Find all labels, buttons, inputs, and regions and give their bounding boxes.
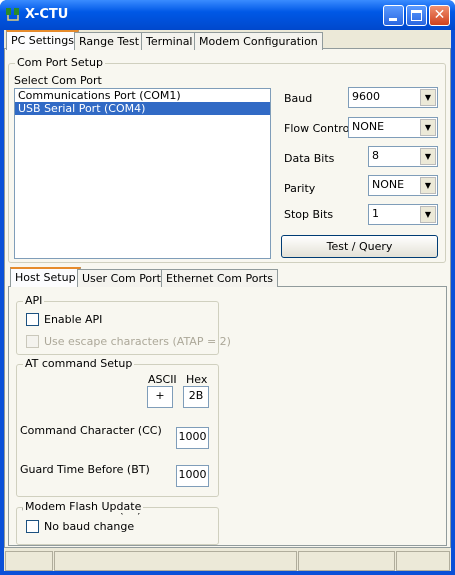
tab-ethernet-com-ports[interactable]: Ethernet Com Ports (161, 269, 279, 287)
enable-api-checkbox[interactable] (26, 313, 39, 326)
hex-label: Hex (186, 373, 208, 386)
flow-control-label: Flow Control (284, 122, 353, 135)
status-pane (298, 551, 395, 571)
select-com-port-label: Select Com Port (14, 74, 102, 87)
parity-value: NONE (372, 178, 405, 191)
no-baud-change-label: No baud change (44, 520, 135, 533)
data-bits-label: Data Bits (284, 152, 335, 165)
client-area: PC Settings Range Test Terminal Modem Co… (4, 30, 451, 571)
stop-bits-value: 1 (372, 207, 379, 220)
enable-api-label: Enable API (44, 313, 103, 326)
stop-bits-label: Stop Bits (284, 208, 334, 221)
data-bits-value: 8 (372, 149, 379, 162)
tab-range-test[interactable]: Range Test (74, 32, 145, 50)
group-legend: AT command Setup (23, 357, 135, 370)
escape-characters-checkbox[interactable] (26, 335, 39, 348)
bt-input[interactable]: 1000 (176, 427, 209, 449)
tab-terminal[interactable]: Terminal (141, 32, 198, 50)
group-legend: API (23, 294, 45, 307)
group-legend: Modem Flash Update (23, 500, 144, 513)
status-pane (5, 551, 53, 571)
status-pane (54, 551, 297, 571)
app-icon (6, 8, 19, 21)
chevron-down-icon[interactable]: ▼ (420, 177, 436, 194)
tab-modem-configuration[interactable]: Modem Configuration (194, 32, 323, 50)
tab-pc-settings[interactable]: PC Settings (6, 30, 79, 50)
stop-bits-select[interactable]: 1 ▼ (368, 204, 438, 225)
baud-value: 9600 (352, 90, 380, 103)
parity-select[interactable]: NONE ▼ (368, 175, 438, 196)
escape-characters-label: Use escape characters (ATAP = 2) (44, 335, 231, 348)
at-input[interactable]: 1000 (176, 465, 209, 487)
maximize-button[interactable] (406, 5, 427, 26)
title-bar[interactable]: X-CTU ✕ (0, 0, 455, 30)
tab-host-setup[interactable]: Host Setup (10, 267, 81, 287)
chevron-down-icon[interactable]: ▼ (420, 119, 436, 136)
chevron-down-icon[interactable]: ▼ (420, 148, 436, 165)
list-item[interactable]: Communications Port (COM1) (15, 89, 270, 102)
window: X-CTU ✕ PC Settings Range Test Terminal … (0, 0, 455, 575)
data-bits-select[interactable]: 8 ▼ (368, 146, 438, 167)
list-item-selected[interactable]: USB Serial Port (COM4) (15, 102, 270, 115)
tab-user-com-ports[interactable]: User Com Ports (77, 269, 172, 287)
flow-value: NONE (352, 120, 385, 133)
baud-label: Baud (284, 92, 313, 105)
close-button[interactable]: ✕ (429, 5, 450, 26)
cc-hex-input[interactable]: 2B (183, 386, 209, 408)
cc-label: Command Character (CC) (20, 424, 162, 437)
minimize-button[interactable] (383, 5, 404, 26)
baud-select[interactable]: 9600 ▼ (348, 87, 438, 108)
bt-label: Guard Time Before (BT) (20, 463, 150, 476)
status-pane (396, 551, 450, 571)
window-title: X-CTU (25, 7, 69, 22)
com-port-list[interactable]: Communications Port (COM1) USB Serial Po… (14, 88, 271, 259)
cc-ascii-input[interactable]: + (147, 386, 173, 408)
flow-control-select[interactable]: NONE ▼ (348, 117, 438, 138)
ascii-label: ASCII (148, 373, 177, 386)
test-query-button[interactable]: Test / Query (281, 235, 438, 258)
chevron-down-icon[interactable]: ▼ (420, 206, 436, 223)
group-legend: Com Port Setup (15, 56, 105, 69)
no-baud-change-checkbox[interactable] (26, 520, 39, 533)
chevron-down-icon[interactable]: ▼ (420, 89, 436, 106)
parity-label: Parity (284, 182, 316, 195)
